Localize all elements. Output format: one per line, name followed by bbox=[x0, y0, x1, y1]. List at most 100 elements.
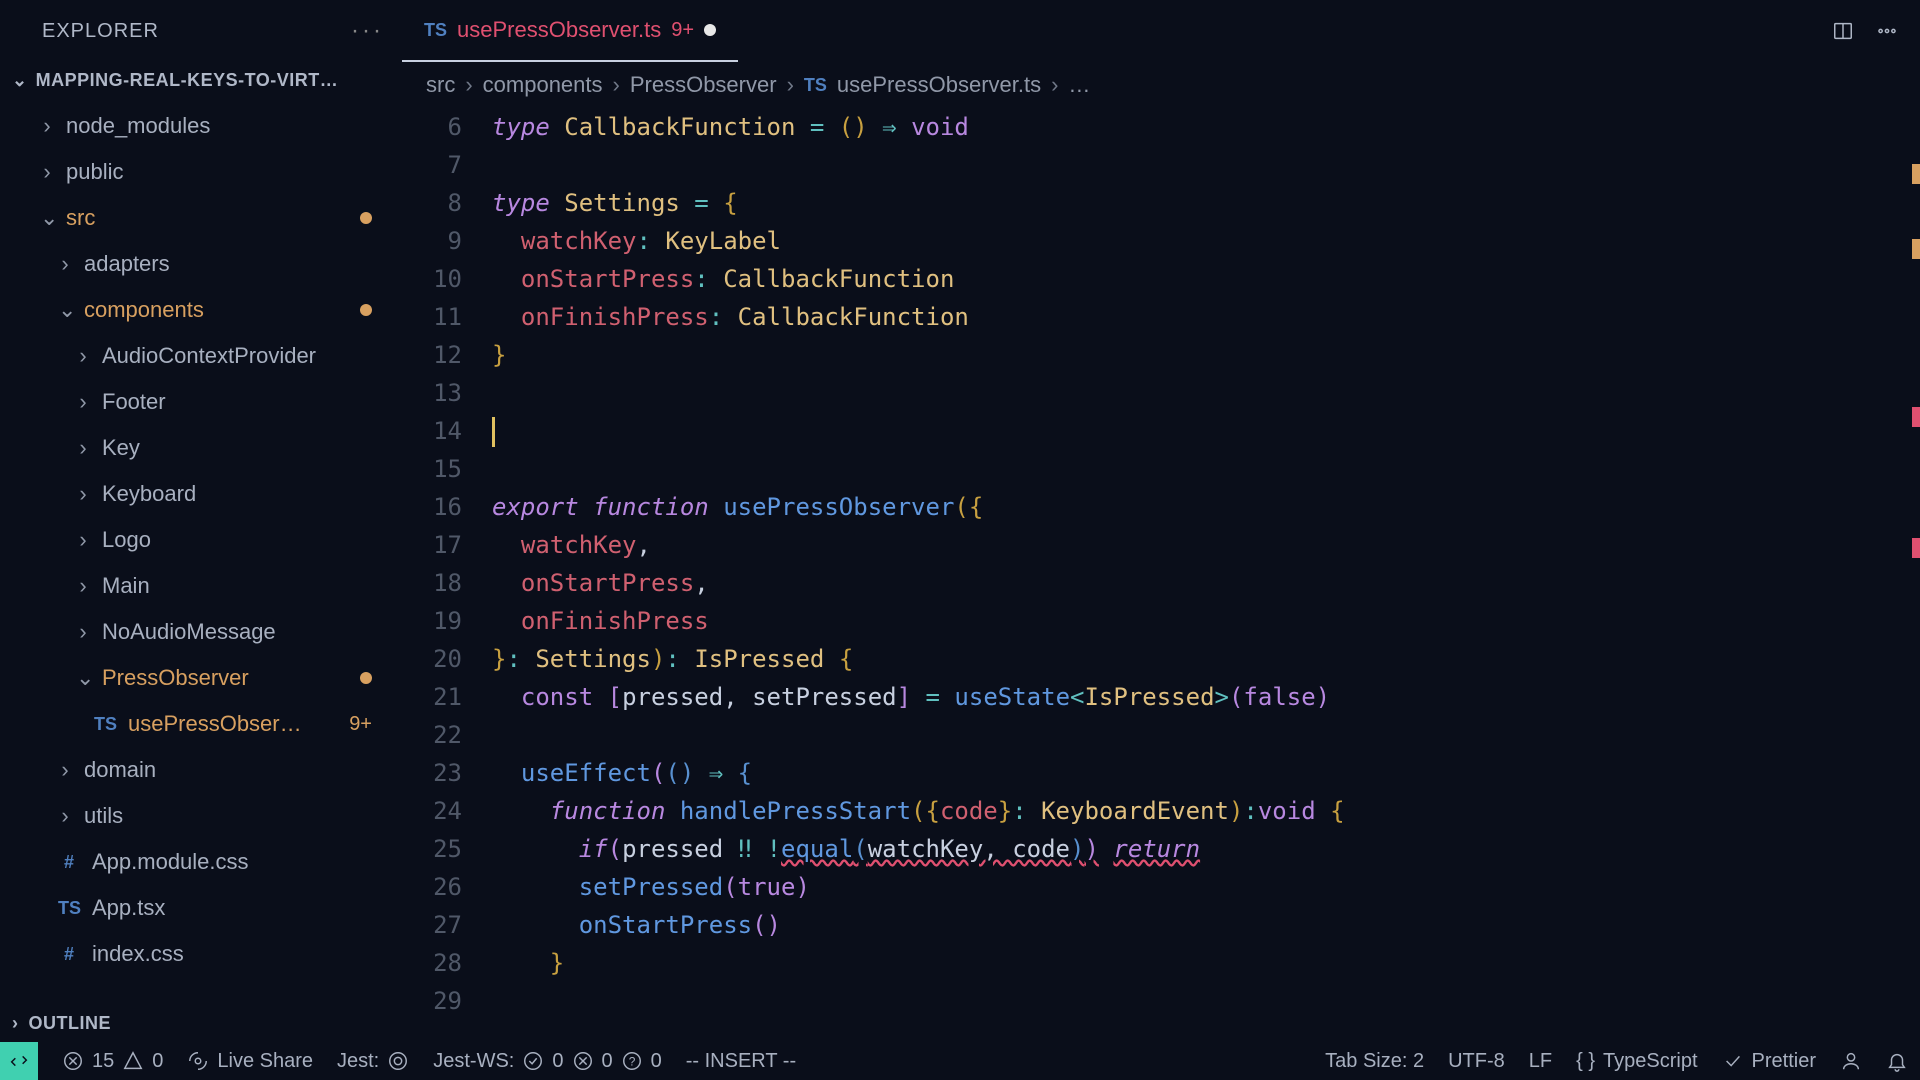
unsaved-dot-icon bbox=[704, 24, 716, 36]
project-header[interactable]: ⌄ MAPPING-REAL-KEYS-TO-VIRT… bbox=[0, 62, 402, 103]
jestws-status[interactable]: Jest-WS: 0 0 ? 0 bbox=[433, 1050, 662, 1073]
explorer-header: EXPLORER ··· bbox=[0, 0, 402, 62]
tree-item-label: Main bbox=[102, 573, 150, 599]
problems-status[interactable]: 15 0 bbox=[62, 1050, 163, 1073]
prettier-status[interactable]: Prettier bbox=[1722, 1050, 1816, 1073]
breadcrumb-part[interactable]: usePressObserver.ts bbox=[837, 72, 1041, 98]
minimap[interactable] bbox=[1900, 108, 1920, 1042]
chevron-right-icon: › bbox=[76, 619, 90, 645]
jest-label: Jest: bbox=[337, 1050, 379, 1073]
breadcrumb-part[interactable]: components bbox=[483, 72, 603, 98]
tree-item-label: Key bbox=[102, 435, 140, 461]
typescript-icon: TS bbox=[424, 20, 447, 41]
braces-icon: { } bbox=[1576, 1050, 1595, 1073]
line-number: 21 bbox=[402, 678, 462, 716]
tree-item-label: PressObserver bbox=[102, 665, 249, 691]
chevron-right-icon: › bbox=[787, 72, 794, 98]
tree-item-label: node_modules bbox=[66, 113, 210, 139]
line-number: 28 bbox=[402, 944, 462, 982]
code-area[interactable]: 6789101112131415161718192021222324252627… bbox=[402, 108, 1920, 1042]
tree-item[interactable]: ›adapters bbox=[0, 241, 402, 287]
tree-item[interactable]: ⌄src bbox=[0, 195, 402, 241]
tab-filename: usePressObserver.ts bbox=[457, 17, 661, 43]
chevron-down-icon: ⌄ bbox=[58, 297, 72, 323]
tree-item[interactable]: ›Footer bbox=[0, 379, 402, 425]
outline-label: OUTLINE bbox=[29, 1013, 112, 1034]
tree-item-label: components bbox=[84, 297, 204, 323]
tree-item[interactable]: ›Logo bbox=[0, 517, 402, 563]
language-mode[interactable]: { } TypeScript bbox=[1576, 1050, 1697, 1073]
line-number: 13 bbox=[402, 374, 462, 412]
language-label: TypeScript bbox=[1603, 1050, 1697, 1073]
tree-item[interactable]: TS App.tsx bbox=[0, 885, 402, 931]
eol[interactable]: LF bbox=[1529, 1050, 1552, 1073]
bell-icon[interactable] bbox=[1886, 1050, 1908, 1072]
tree-item[interactable]: › node_modules bbox=[0, 103, 402, 149]
chevron-down-icon: ⌄ bbox=[40, 205, 54, 231]
tree-item-label: usePressObser… bbox=[128, 711, 302, 737]
liveshare-status[interactable]: Live Share bbox=[187, 1050, 313, 1073]
chevron-right-icon: › bbox=[40, 113, 54, 139]
breadcrumb-part[interactable]: src bbox=[426, 72, 455, 98]
prettier-label: Prettier bbox=[1752, 1050, 1816, 1073]
tree-item-label: Keyboard bbox=[102, 481, 196, 507]
tree-item-label: NoAudioMessage bbox=[102, 619, 276, 645]
remote-icon[interactable] bbox=[0, 1042, 38, 1080]
line-number: 27 bbox=[402, 906, 462, 944]
tree-item[interactable]: ›Keyboard bbox=[0, 471, 402, 517]
tree-item[interactable]: # App.module.css bbox=[0, 839, 402, 885]
tree-item[interactable]: ›utils bbox=[0, 793, 402, 839]
line-number: 17 bbox=[402, 526, 462, 564]
jestws-unknown: 0 bbox=[651, 1050, 662, 1073]
tab-usepressobserver[interactable]: TS usePressObserver.ts 9+ bbox=[402, 0, 738, 62]
tree-item[interactable]: ›AudioContextProvider bbox=[0, 333, 402, 379]
tree-item-label: index.css bbox=[92, 941, 184, 967]
line-number: 25 bbox=[402, 830, 462, 868]
chevron-down-icon: ⌄ bbox=[12, 70, 28, 91]
tab-bar: TS usePressObserver.ts 9+ bbox=[402, 0, 1920, 62]
chevron-right-icon: › bbox=[58, 757, 72, 783]
line-number: 18 bbox=[402, 564, 462, 602]
line-number: 19 bbox=[402, 602, 462, 640]
code-content[interactable]: type CallbackFunction = () ⇒ void type S… bbox=[492, 108, 1920, 1042]
jestws-pass: 0 bbox=[552, 1050, 563, 1073]
tree-item[interactable]: ⌄ components bbox=[0, 287, 402, 333]
typescript-icon: TS bbox=[58, 898, 80, 919]
encoding[interactable]: UTF-8 bbox=[1448, 1050, 1505, 1073]
tree-item[interactable]: ›Main bbox=[0, 563, 402, 609]
explorer-title: EXPLORER bbox=[42, 20, 159, 43]
outline-section[interactable]: › OUTLINE bbox=[0, 1005, 402, 1042]
tree-item-label: App.tsx bbox=[92, 895, 165, 921]
tree-item-label: domain bbox=[84, 757, 156, 783]
tree-item[interactable]: TSusePressObser…9+ bbox=[0, 701, 402, 747]
explorer-more-icon[interactable]: ··· bbox=[351, 17, 384, 45]
split-editor-icon[interactable] bbox=[1832, 20, 1854, 42]
status-bar: 15 0 Live Share Jest: Jest-WS: 0 0 ? 0 -… bbox=[0, 1042, 1920, 1080]
line-number: 6 bbox=[402, 108, 462, 146]
tree-item[interactable]: › domain bbox=[0, 747, 402, 793]
tree-item[interactable]: ›public bbox=[0, 149, 402, 195]
breadcrumb[interactable]: src › components › PressObserver › TS us… bbox=[402, 62, 1920, 108]
svg-text:?: ? bbox=[628, 1055, 635, 1069]
vim-mode: -- INSERT -- bbox=[686, 1050, 796, 1073]
tab-size[interactable]: Tab Size: 2 bbox=[1325, 1050, 1424, 1073]
tree-item[interactable]: › NoAudioMessage bbox=[0, 609, 402, 655]
breadcrumb-part[interactable]: PressObserver bbox=[630, 72, 777, 98]
typescript-icon: TS bbox=[94, 714, 116, 735]
modified-dot-icon bbox=[360, 672, 372, 684]
chevron-right-icon: › bbox=[58, 251, 72, 277]
tree-item[interactable]: #index.css bbox=[0, 931, 402, 977]
chevron-right-icon: › bbox=[76, 389, 90, 415]
editor-more-icon[interactable] bbox=[1876, 20, 1898, 42]
chevron-right-icon: › bbox=[76, 435, 90, 461]
editor: src › components › PressObserver › TS us… bbox=[402, 62, 1920, 1042]
line-gutter: 6789101112131415161718192021222324252627… bbox=[402, 108, 492, 1042]
css-icon: # bbox=[58, 852, 80, 873]
tree-item-label: App.module.css bbox=[92, 849, 249, 875]
tree-item[interactable]: › Key bbox=[0, 425, 402, 471]
feedback-icon[interactable] bbox=[1840, 1050, 1862, 1072]
file-tree: › node_modules ›public⌄src›adapters ⌄ compon… bbox=[0, 103, 402, 1005]
jest-status[interactable]: Jest: bbox=[337, 1050, 409, 1073]
line-number: 11 bbox=[402, 298, 462, 336]
tree-item[interactable]: ⌄PressObserver bbox=[0, 655, 402, 701]
